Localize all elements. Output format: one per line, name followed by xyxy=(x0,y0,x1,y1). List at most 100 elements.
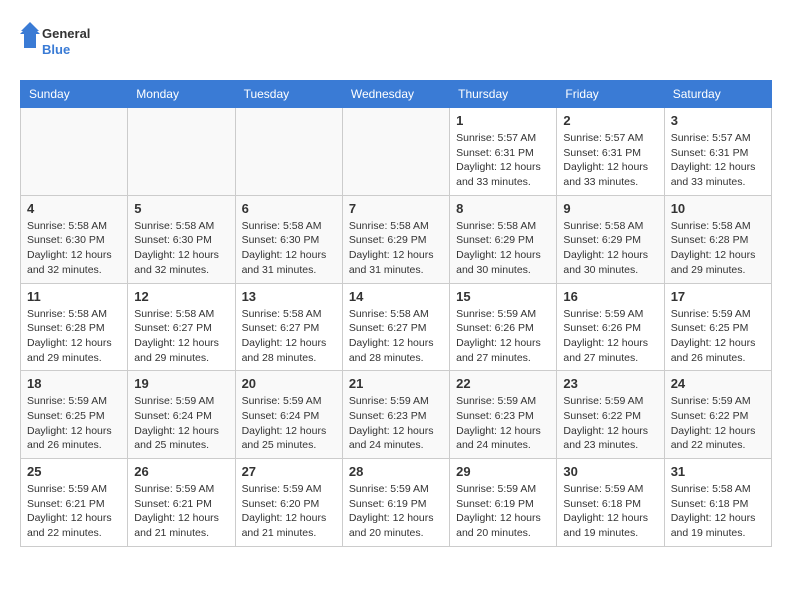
day-number: 12 xyxy=(134,289,228,304)
day-info: Sunrise: 5:58 AMSunset: 6:27 PMDaylight:… xyxy=(134,307,228,366)
calendar-cell: 24 Sunrise: 5:59 AMSunset: 6:22 PMDayligh… xyxy=(664,371,771,459)
day-number: 19 xyxy=(134,376,228,391)
calendar-cell: 1 Sunrise: 5:57 AMSunset: 6:31 PMDaylight… xyxy=(450,108,557,196)
calendar-cell: 16 Sunrise: 5:59 AMSunset: 6:26 PMDayligh… xyxy=(557,283,664,371)
calendar-week-row: 1 Sunrise: 5:57 AMSunset: 6:31 PMDaylight… xyxy=(21,108,772,196)
day-info: Sunrise: 5:59 AMSunset: 6:21 PMDaylight:… xyxy=(27,482,121,541)
day-number: 25 xyxy=(27,464,121,479)
calendar-cell: 28 Sunrise: 5:59 AMSunset: 6:19 PMDayligh… xyxy=(342,459,449,547)
day-number: 2 xyxy=(563,113,657,128)
calendar-cell: 18 Sunrise: 5:59 AMSunset: 6:25 PMDayligh… xyxy=(21,371,128,459)
calendar-cell: 9 Sunrise: 5:58 AMSunset: 6:29 PMDaylight… xyxy=(557,195,664,283)
calendar-cell: 10Sunrise: 5:58 AMSunset: 6:28 PMDayligh… xyxy=(664,195,771,283)
day-number: 28 xyxy=(349,464,443,479)
calendar-cell: 3Sunrise: 5:57 AMSunset: 6:31 PMDaylight… xyxy=(664,108,771,196)
day-info: Sunrise: 5:59 AMSunset: 6:20 PMDaylight:… xyxy=(242,482,336,541)
calendar-header-row: SundayMondayTuesdayWednesdayThursdayFrid… xyxy=(21,81,772,108)
day-info: Sunrise: 5:58 AMSunset: 6:30 PMDaylight:… xyxy=(27,219,121,278)
day-number: 21 xyxy=(349,376,443,391)
day-info: Sunrise: 5:59 AMSunset: 6:26 PMDaylight:… xyxy=(456,307,550,366)
day-info: Sunrise: 5:59 AMSunset: 6:23 PMDaylight:… xyxy=(456,394,550,453)
column-header-wednesday: Wednesday xyxy=(342,81,449,108)
calendar-cell: 7Sunrise: 5:58 AMSunset: 6:29 PMDaylight… xyxy=(342,195,449,283)
calendar-cell xyxy=(235,108,342,196)
calendar-cell: 23 Sunrise: 5:59 AMSunset: 6:22 PMDayligh… xyxy=(557,371,664,459)
logo-svg: General Blue xyxy=(20,20,120,64)
day-info: Sunrise: 5:59 AMSunset: 6:22 PMDaylight:… xyxy=(563,394,657,453)
calendar-cell: 31Sunrise: 5:58 AMSunset: 6:18 PMDayligh… xyxy=(664,459,771,547)
column-header-tuesday: Tuesday xyxy=(235,81,342,108)
day-number: 5 xyxy=(134,201,228,216)
day-number: 11 xyxy=(27,289,121,304)
day-number: 18 xyxy=(27,376,121,391)
day-info: Sunrise: 5:58 AMSunset: 6:30 PMDaylight:… xyxy=(242,219,336,278)
day-info: Sunrise: 5:59 AMSunset: 6:21 PMDaylight:… xyxy=(134,482,228,541)
day-number: 1 xyxy=(456,113,550,128)
day-info: Sunrise: 5:58 AMSunset: 6:29 PMDaylight:… xyxy=(349,219,443,278)
calendar-cell xyxy=(128,108,235,196)
day-info: Sunrise: 5:59 AMSunset: 6:24 PMDaylight:… xyxy=(134,394,228,453)
calendar-cell: 17 Sunrise: 5:59 AMSunset: 6:25 PMDayligh… xyxy=(664,283,771,371)
calendar-cell: 12 Sunrise: 5:58 AMSunset: 6:27 PMDayligh… xyxy=(128,283,235,371)
day-info: Sunrise: 5:58 AMSunset: 6:30 PMDaylight:… xyxy=(134,219,228,278)
day-info: Sunrise: 5:58 AMSunset: 6:27 PMDaylight:… xyxy=(242,307,336,366)
calendar-cell: 25 Sunrise: 5:59 AMSunset: 6:21 PMDayligh… xyxy=(21,459,128,547)
day-number: 10 xyxy=(671,201,765,216)
day-info: Sunrise: 5:57 AMSunset: 6:31 PMDaylight:… xyxy=(563,131,657,190)
calendar-cell: 4 Sunrise: 5:58 AMSunset: 6:30 PMDaylight… xyxy=(21,195,128,283)
calendar-week-row: 18 Sunrise: 5:59 AMSunset: 6:25 PMDayligh… xyxy=(21,371,772,459)
calendar-cell: 29Sunrise: 5:59 AMSunset: 6:19 PMDayligh… xyxy=(450,459,557,547)
day-number: 27 xyxy=(242,464,336,479)
calendar-cell: 26 Sunrise: 5:59 AMSunset: 6:21 PMDayligh… xyxy=(128,459,235,547)
day-info: Sunrise: 5:58 AMSunset: 6:27 PMDaylight:… xyxy=(349,307,443,366)
day-number: 26 xyxy=(134,464,228,479)
day-info: Sunrise: 5:59 AMSunset: 6:23 PMDaylight:… xyxy=(349,394,443,453)
calendar-cell: 13 Sunrise: 5:58 AMSunset: 6:27 PMDayligh… xyxy=(235,283,342,371)
day-number: 16 xyxy=(563,289,657,304)
day-number: 6 xyxy=(242,201,336,216)
day-number: 30 xyxy=(563,464,657,479)
calendar-week-row: 4 Sunrise: 5:58 AMSunset: 6:30 PMDaylight… xyxy=(21,195,772,283)
day-number: 4 xyxy=(27,201,121,216)
day-info: Sunrise: 5:59 AMSunset: 6:22 PMDaylight:… xyxy=(671,394,765,453)
calendar-table: SundayMondayTuesdayWednesdayThursdayFrid… xyxy=(20,80,772,547)
calendar-cell: 14 Sunrise: 5:58 AMSunset: 6:27 PMDayligh… xyxy=(342,283,449,371)
day-number: 9 xyxy=(563,201,657,216)
day-info: Sunrise: 5:59 AMSunset: 6:19 PMDaylight:… xyxy=(349,482,443,541)
day-info: Sunrise: 5:57 AMSunset: 6:31 PMDaylight:… xyxy=(456,131,550,190)
calendar-cell: 5 Sunrise: 5:58 AMSunset: 6:30 PMDaylight… xyxy=(128,195,235,283)
calendar-week-row: 25 Sunrise: 5:59 AMSunset: 6:21 PMDayligh… xyxy=(21,459,772,547)
day-info: Sunrise: 5:59 AMSunset: 6:25 PMDaylight:… xyxy=(27,394,121,453)
page-header: General Blue xyxy=(20,20,772,64)
day-info: Sunrise: 5:58 AMSunset: 6:29 PMDaylight:… xyxy=(563,219,657,278)
calendar-cell: 20Sunrise: 5:59 AMSunset: 6:24 PMDayligh… xyxy=(235,371,342,459)
day-number: 23 xyxy=(563,376,657,391)
calendar-cell: 30 Sunrise: 5:59 AMSunset: 6:18 PMDayligh… xyxy=(557,459,664,547)
day-info: Sunrise: 5:59 AMSunset: 6:18 PMDaylight:… xyxy=(563,482,657,541)
calendar-week-row: 11Sunrise: 5:58 AMSunset: 6:28 PMDayligh… xyxy=(21,283,772,371)
day-info: Sunrise: 5:59 AMSunset: 6:26 PMDaylight:… xyxy=(563,307,657,366)
day-number: 24 xyxy=(671,376,765,391)
day-number: 15 xyxy=(456,289,550,304)
calendar-cell: 27 Sunrise: 5:59 AMSunset: 6:20 PMDayligh… xyxy=(235,459,342,547)
day-info: Sunrise: 5:59 AMSunset: 6:19 PMDaylight:… xyxy=(456,482,550,541)
logo: General Blue xyxy=(20,20,120,64)
day-number: 14 xyxy=(349,289,443,304)
column-header-saturday: Saturday xyxy=(664,81,771,108)
calendar-cell: 22 Sunrise: 5:59 AMSunset: 6:23 PMDayligh… xyxy=(450,371,557,459)
day-info: Sunrise: 5:59 AMSunset: 6:25 PMDaylight:… xyxy=(671,307,765,366)
calendar-cell: 8Sunrise: 5:58 AMSunset: 6:29 PMDaylight… xyxy=(450,195,557,283)
column-header-friday: Friday xyxy=(557,81,664,108)
day-number: 13 xyxy=(242,289,336,304)
column-header-thursday: Thursday xyxy=(450,81,557,108)
svg-text:General: General xyxy=(42,26,90,41)
calendar-cell: 15 Sunrise: 5:59 AMSunset: 6:26 PMDayligh… xyxy=(450,283,557,371)
column-header-sunday: Sunday xyxy=(21,81,128,108)
day-number: 8 xyxy=(456,201,550,216)
calendar-cell xyxy=(21,108,128,196)
day-number: 17 xyxy=(671,289,765,304)
calendar-cell: 19 Sunrise: 5:59 AMSunset: 6:24 PMDayligh… xyxy=(128,371,235,459)
day-number: 22 xyxy=(456,376,550,391)
day-info: Sunrise: 5:59 AMSunset: 6:24 PMDaylight:… xyxy=(242,394,336,453)
calendar-cell: 21 Sunrise: 5:59 AMSunset: 6:23 PMDayligh… xyxy=(342,371,449,459)
